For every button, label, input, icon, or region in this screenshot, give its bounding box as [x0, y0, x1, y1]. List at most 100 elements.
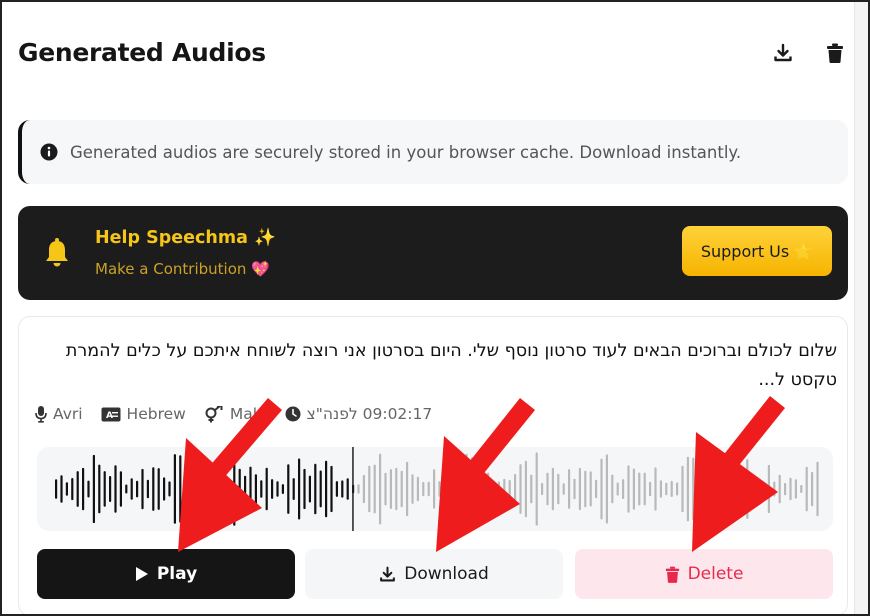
- waveform-bar: [319, 470, 322, 508]
- scrollbar[interactable]: [854, 2, 868, 614]
- waveform-bar: [76, 471, 79, 507]
- waveform-bar: [697, 479, 700, 499]
- created-time: 09:02:17 לפנה"צ: [306, 405, 433, 423]
- waveform-bar: [465, 453, 468, 525]
- waveform-bar: [443, 476, 446, 502]
- delete-button[interactable]: Delete: [575, 549, 833, 599]
- waveform-bar: [519, 464, 522, 514]
- waveform-bar: [330, 465, 333, 513]
- bell-icon: [46, 238, 68, 267]
- waveform-bar: [665, 482, 668, 496]
- info-icon: [40, 143, 58, 161]
- waveform-bar: [87, 480, 90, 498]
- playhead[interactable]: [352, 447, 354, 531]
- waveform-bars: [55, 447, 819, 531]
- play-label: Play: [156, 564, 198, 584]
- contribution-link[interactable]: Make a Contribution 💖: [95, 260, 270, 278]
- download-icon: [380, 566, 396, 581]
- delete-label: Delete: [687, 564, 744, 584]
- waveform-bar: [125, 484, 128, 494]
- play-button[interactable]: Play: [37, 549, 295, 599]
- waveform-bar: [276, 481, 279, 497]
- waveform-bar: [227, 478, 230, 500]
- play-icon: [135, 567, 148, 581]
- waveform-bar: [551, 467, 554, 511]
- waveform-bar: [163, 477, 166, 501]
- waveform-bar: [141, 468, 144, 510]
- waveform-bar: [335, 481, 338, 497]
- waveform-bar: [454, 456, 457, 522]
- waveform-bar: [438, 481, 441, 497]
- waveform-bar: [578, 467, 581, 511]
- waveform-bar: [60, 475, 63, 503]
- waveform-bar: [784, 482, 787, 496]
- waveform-bar: [589, 471, 592, 507]
- voice-name: Avri: [53, 405, 83, 423]
- waveform-bar: [616, 482, 619, 496]
- waveform-bar: [179, 455, 182, 523]
- waveform-bar: [562, 483, 565, 495]
- audio-waveform[interactable]: [37, 447, 833, 531]
- waveform-bar: [195, 466, 198, 512]
- download-label: Download: [404, 564, 489, 584]
- language-meta: A Hebrew: [101, 405, 186, 423]
- waveform-bar: [249, 466, 252, 512]
- waveform-bar: [816, 461, 819, 517]
- header-actions: [772, 42, 846, 64]
- waveform-bar: [389, 469, 392, 509]
- waveform-bar: [292, 478, 295, 500]
- waveform-bar: [805, 466, 808, 512]
- waveform-bar: [406, 461, 409, 517]
- waveform-bar: [173, 454, 176, 524]
- waveform-bar: [497, 481, 500, 497]
- waveform-bar: [767, 464, 770, 514]
- waveform-bar: [557, 473, 560, 505]
- waveform-bar: [303, 468, 306, 510]
- waveform-bar: [508, 480, 511, 498]
- delete-all-button[interactable]: [824, 42, 846, 64]
- waveform-bar: [211, 473, 214, 505]
- waveform-bar: [314, 463, 317, 515]
- waveform-bar: [584, 470, 587, 508]
- support-us-button[interactable]: Support Us ⭐: [682, 226, 832, 276]
- language-name: Hebrew: [126, 405, 186, 423]
- waveform-bar: [200, 483, 203, 495]
- waveform-bar: [600, 458, 603, 520]
- waveform-bar: [254, 474, 257, 504]
- waveform-bar: [654, 467, 657, 511]
- gender-meta: Male: [204, 405, 267, 423]
- waveform-bar: [481, 467, 484, 511]
- waveform-bar: [800, 485, 803, 493]
- waveform-bar: [109, 476, 112, 502]
- waveform-bar: [524, 460, 527, 518]
- waveform-bar: [670, 480, 673, 497]
- waveform-bar: [649, 481, 652, 497]
- waveform-bar: [341, 480, 344, 498]
- waveform-bar: [103, 471, 106, 507]
- gender-name: Male: [229, 405, 267, 423]
- download-button[interactable]: Download: [305, 549, 563, 599]
- download-all-button[interactable]: [772, 42, 794, 64]
- waveform-bar: [740, 475, 743, 503]
- waveform-bar: [357, 484, 360, 494]
- waveform-bar: [287, 464, 290, 514]
- waveform-bar: [362, 474, 365, 504]
- waveform-bar: [190, 474, 193, 504]
- waveform-bar: [627, 465, 630, 513]
- waveform-bar: [762, 483, 765, 495]
- waveform-bar: [708, 483, 711, 495]
- waveform-bar: [281, 484, 284, 494]
- waveform-bar: [778, 474, 781, 504]
- waveform-bar: [535, 452, 538, 526]
- waveform-bar: [379, 453, 382, 525]
- waveform-bar: [206, 478, 209, 500]
- waveform-bar: [514, 474, 517, 504]
- waveform-bar: [503, 478, 506, 500]
- clock-icon: [285, 406, 301, 422]
- support-us-label: Support Us: [700, 241, 790, 261]
- waveform-bar: [692, 457, 695, 521]
- waveform-bar: [794, 479, 797, 499]
- waveform-bar: [146, 479, 149, 499]
- support-banner: Help Speechma ✨ Make a Contribution 💖 Su…: [18, 206, 848, 300]
- microphone-icon: [35, 405, 47, 423]
